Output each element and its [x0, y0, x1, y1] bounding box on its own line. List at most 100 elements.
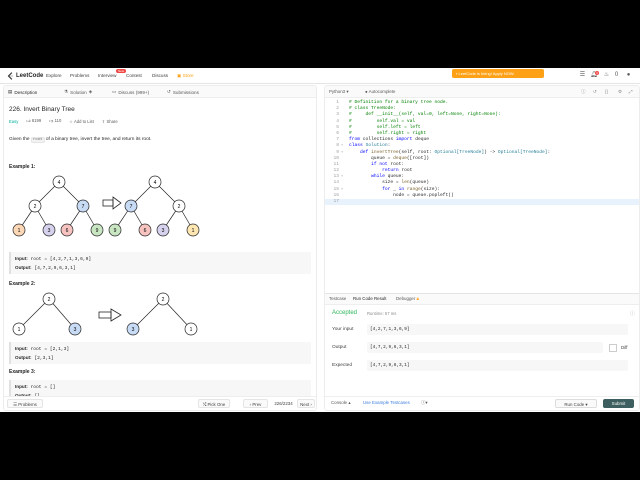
like-button[interactable]: 👍︎ 8199: [26, 118, 41, 124]
share-button[interactable]: ⇪ Share: [102, 119, 118, 124]
arrow-icon: [102, 196, 122, 210]
editor-panel: Python3 ▾ ● Autocomplete ⓘ ↺ {} ⚙ ⤢ 1 # D…: [324, 85, 640, 411]
tree-node-label: 2: [162, 297, 165, 303]
tree-node-label: 9: [114, 228, 117, 234]
inline-code-root: root: [30, 137, 45, 143]
avatar[interactable]: ●: [625, 72, 632, 79]
tab-submissions[interactable]: ↺ Submissions: [167, 89, 199, 95]
example-1-output: [4,7,2,9,6,3,1]: [34, 266, 76, 271]
nav-store[interactable]: ▣ Store: [177, 73, 194, 79]
tree-node-label: 1: [192, 228, 195, 234]
tab-testcase[interactable]: Testcase: [329, 296, 346, 301]
output-label: Output:: [15, 265, 32, 270]
share-label: Share: [106, 118, 118, 124]
stmt-post: of a binary tree, invert the tree, and r…: [45, 137, 152, 142]
result-tabs: Testcase Run Code Result Debugger 🔒︎: [325, 294, 639, 305]
problems-label: Problems: [18, 402, 37, 407]
tab-run-code-result[interactable]: Run Code Result: [353, 296, 386, 301]
diff-checkbox[interactable]: [609, 344, 617, 352]
lock-icon: 🔒︎: [415, 296, 419, 301]
fire-icon[interactable]: ♨: [603, 72, 610, 79]
tab-description-label: Description: [14, 89, 38, 95]
premium-icon: ◈: [88, 89, 93, 94]
use-example-testcases[interactable]: Use Example Testcases: [363, 400, 410, 405]
help-circle-icon[interactable]: ⓘ▾: [421, 400, 428, 406]
hiring-banner[interactable]: ▪ LeetCode is hiring! Apply NOW.: [452, 69, 544, 78]
next-button[interactable]: Next ›: [297, 399, 315, 408]
your-input-label: Your input: [332, 327, 354, 332]
code-line-current: 17: [325, 199, 639, 206]
tab-submissions-label: Submissions: [172, 89, 199, 95]
help-icon[interactable]: ⓘ: [630, 310, 635, 317]
expected-value: [4,7,2,9,6,3,1]: [367, 360, 628, 371]
language-label: Python3: [329, 89, 346, 94]
problems-list-button[interactable]: ☰ Problems: [7, 399, 43, 408]
chevron-down-icon: ▾: [345, 89, 349, 94]
pick-one-button[interactable]: ⤭ Pick One: [198, 399, 230, 408]
reset-icon[interactable]: ↺: [593, 89, 597, 95]
code-editor[interactable]: 1 # Definition for a binary tree node. 2 #…: [325, 100, 639, 298]
editor-header: Python3 ▾ ● Autocomplete ⓘ ↺ {} ⚙ ⤢: [325, 86, 639, 98]
tree-node-label: 6: [144, 228, 147, 234]
result-panel: Testcase Run Code Result Debugger 🔒︎ Acc…: [325, 293, 639, 398]
example-2-diagram: 2 1 3 2 3 1: [12, 292, 198, 336]
arrow-icon: [98, 308, 122, 322]
example-3-input: root = []: [30, 385, 56, 390]
fullscreen-icon[interactable]: ⤢: [629, 89, 633, 94]
nav-discuss[interactable]: Discuss: [152, 73, 168, 78]
problem-panel: ▤ Description ⚗ Solution ◈ ▭ Discuss (999+) …: [3, 85, 317, 411]
new-badge: New: [116, 69, 127, 73]
run-code-label: Run Code: [564, 402, 585, 407]
output-label: Output: [332, 345, 347, 350]
problem-tabs: ▤ Description ⚗ Solution ◈ ▭ Discuss (999+) …: [4, 86, 316, 98]
tree-node-label: 3: [48, 228, 51, 234]
dislike-count: 110: [54, 118, 62, 123]
tab-description[interactable]: ▤ Description: [8, 89, 37, 95]
your-input-value: [4,2,7,1,3,6,9]: [367, 324, 628, 335]
settings-icon[interactable]: ⚙: [618, 89, 622, 95]
tab-solution[interactable]: ⚗ Solution ◈: [64, 89, 92, 95]
tree-node-label: 1: [18, 327, 21, 333]
tab-discuss[interactable]: ▭ Discuss (999+): [112, 89, 149, 95]
problem-title: 226. Invert Binary Tree: [9, 106, 75, 113]
nav-explore[interactable]: Explore: [46, 73, 62, 78]
nav-problems[interactable]: Problems: [70, 73, 89, 78]
info-icon[interactable]: ⓘ: [581, 89, 586, 95]
console-label: Console: [331, 400, 348, 405]
run-code-button[interactable]: Run Code ▾: [555, 399, 597, 408]
console-toggle[interactable]: Console ▴: [331, 400, 351, 406]
history-icon: ↺: [167, 89, 171, 94]
example-1-block: Input: root = [4,2,7,1,3,6,9] Output: [4…: [9, 252, 311, 274]
add-to-list-button[interactable]: ☆ Add to List: [69, 119, 93, 124]
nav-contest[interactable]: Contest: [126, 73, 142, 78]
braces-icon[interactable]: {}: [605, 89, 608, 94]
page-indicator: 226/2234: [274, 401, 293, 406]
dislike-button[interactable]: 👎︎ 110: [49, 118, 61, 124]
submit-button[interactable]: Submit: [603, 399, 634, 408]
chevron-down-icon: ▾: [584, 402, 588, 407]
leetcode-logo-icon: [7, 71, 14, 80]
tree-node-label: 7: [82, 204, 85, 210]
example-1-input: root = [4,2,7,1,3,6,9]: [30, 257, 92, 262]
example-1-input-line: Input: root = [4,2,7,1,3,6,9]: [15, 254, 307, 263]
pick-one-label: Pick One: [207, 402, 226, 407]
tree-node-label: 7: [130, 204, 133, 210]
prev-label: Prev: [252, 402, 262, 407]
example-2-output-line: Output: [2,3,1]: [15, 353, 307, 362]
nav-interview[interactable]: Interview: [98, 73, 116, 78]
tab-discuss-label: Discuss (999+): [118, 89, 150, 95]
editor-footer: Console ▴ Use Example Testcases ⓘ▾ Run C…: [325, 396, 639, 410]
menu-icon[interactable]: ☰: [579, 72, 586, 79]
input-label: Input:: [15, 256, 28, 261]
tab-debugger[interactable]: Debugger 🔒︎: [396, 296, 419, 301]
difficulty-badge: Easy: [9, 118, 19, 124]
diff-label: Diff: [621, 345, 628, 350]
prev-button[interactable]: ‹ Prev: [243, 399, 268, 408]
example-1-diagram: 4 2 7 1 3 6 9 4 7 2 9 6 3 1: [12, 175, 200, 237]
expected-label: Expected: [332, 363, 353, 368]
leetcode-logo[interactable]: LeetCode: [7, 71, 43, 80]
example-1-output-line: Output: [4,7,2,9,6,3,1]: [15, 263, 307, 272]
language-select[interactable]: Python3 ▾: [329, 89, 349, 95]
tree-node-label: 2: [178, 204, 181, 210]
autocomplete-toggle[interactable]: ● Autocomplete: [365, 89, 396, 94]
